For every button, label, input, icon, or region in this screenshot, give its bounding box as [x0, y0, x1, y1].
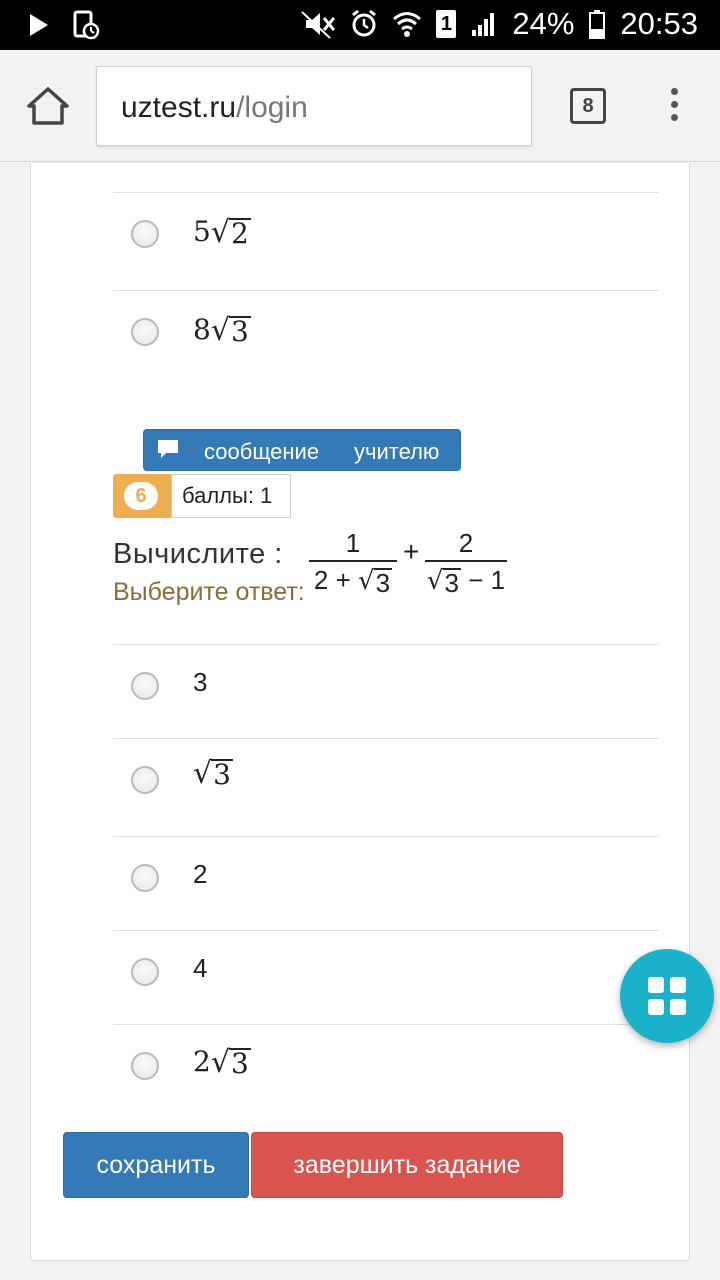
option-label: 5 √ 2 — [193, 215, 251, 250]
question-number-badge: 6 — [113, 474, 171, 518]
answer-option[interactable]: 4 — [113, 930, 659, 1024]
option-label: 3 — [193, 667, 208, 697]
points-label: баллы: 1 — [171, 474, 291, 518]
chat-icon — [158, 440, 178, 458]
url-path: /login — [236, 91, 308, 124]
radio-button[interactable] — [131, 766, 159, 794]
radio-button[interactable] — [131, 672, 159, 700]
message-label-part2: учителю — [354, 439, 440, 464]
floating-menu-button[interactable] — [620, 949, 714, 1043]
clock: 20:53 — [620, 6, 698, 41]
save-button[interactable]: сохранить — [63, 1132, 249, 1198]
fraction-1: 1 2 + √ 3 — [309, 526, 397, 598]
option-label: √ 3 — [193, 756, 233, 791]
question-prompt: Вычислите : — [113, 538, 283, 570]
option-label: 2 — [193, 859, 208, 889]
page-content: 5 √ 2 8 √ 3 сообщение учителю 6 баллы: 1 Выч… — [0, 163, 720, 1280]
browser-toolbar: uztest.ru/login 8 — [0, 50, 720, 162]
wifi-icon — [393, 12, 422, 37]
status-bar: 1 24% 20:53 — [0, 0, 720, 50]
alarm-icon — [352, 9, 377, 37]
answer-option[interactable]: 2 √ 3 — [113, 1024, 659, 1118]
fraction-2: 2 √ 3 − 1 — [425, 528, 507, 598]
radio-button[interactable] — [131, 318, 159, 346]
answer-option[interactable]: √ 3 — [113, 738, 659, 836]
option-label: 4 — [193, 953, 208, 983]
url-text[interactable]: uztest.ru/login — [121, 91, 308, 125]
address-bar[interactable]: uztest.ru/login — [96, 66, 532, 146]
home-icon[interactable] — [26, 86, 70, 126]
battery-icon — [589, 10, 606, 39]
message-label-part1: сообщение — [204, 439, 320, 464]
url-host: uztest.ru — [121, 91, 237, 124]
answer-option[interactable]: 8 √ 3 — [113, 290, 659, 388]
sim-slot-icon: 1 — [436, 10, 457, 38]
mute-icon — [301, 11, 336, 39]
overflow-menu-icon[interactable] — [664, 88, 684, 128]
play-icon — [30, 14, 48, 36]
answer-option[interactable]: 2 — [113, 836, 659, 930]
signal-icon — [472, 13, 495, 36]
choose-answer-label: Выберите ответ: — [113, 578, 305, 606]
plus-sign: + — [403, 536, 420, 567]
radio-button[interactable] — [131, 864, 159, 892]
question-number: 6 — [124, 482, 158, 510]
tab-switcher-button[interactable]: 8 — [570, 88, 606, 124]
radio-button[interactable] — [131, 958, 159, 986]
option-label: 2 √ 3 — [193, 1045, 251, 1080]
answer-option[interactable]: 3 — [113, 644, 659, 738]
radio-button[interactable] — [131, 1052, 159, 1080]
radio-button[interactable] — [131, 220, 159, 248]
message-teacher-button[interactable]: сообщение учителю — [143, 429, 461, 471]
finish-test-button[interactable]: завершить задание — [251, 1132, 563, 1198]
answer-option[interactable]: 5 √ 2 — [113, 192, 659, 290]
battery-percent: 24% — [512, 6, 575, 41]
test-card: 5 √ 2 8 √ 3 сообщение учителю 6 баллы: 1 Выч… — [30, 163, 690, 1261]
option-label: 8 √ 3 — [193, 313, 251, 348]
screenshot-timer-icon — [73, 10, 100, 40]
